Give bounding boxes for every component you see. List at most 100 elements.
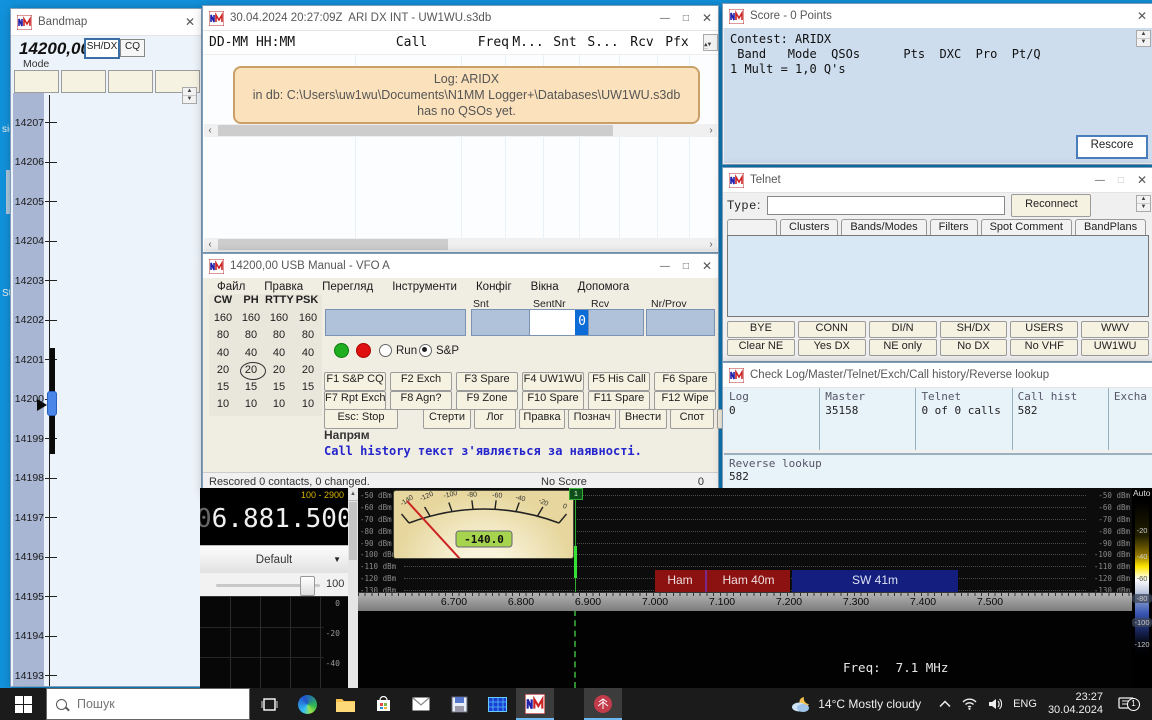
scroll-left-icon[interactable]: ‹ bbox=[204, 125, 216, 137]
telnet-titlebar[interactable]: Telnet — □ ✕ bbox=[723, 168, 1152, 193]
telnet-tab[interactable]: BandPlans bbox=[1075, 219, 1146, 236]
telnet-button[interactable]: CONN bbox=[798, 321, 866, 338]
scroll-right-icon[interactable]: › bbox=[705, 125, 717, 137]
menu-item[interactable]: Інструменти bbox=[392, 281, 457, 293]
spinner-up-icon[interactable]: ▲ bbox=[183, 88, 196, 96]
close-icon[interactable]: ✕ bbox=[1137, 173, 1147, 187]
menu-item[interactable]: Допомога bbox=[578, 281, 630, 293]
mode-box[interactable] bbox=[14, 70, 59, 93]
esc-stop-button[interactable]: Esc: Stop bbox=[324, 409, 398, 429]
cq-button[interactable]: CQ bbox=[120, 39, 145, 57]
band-button[interactable]: 40 bbox=[237, 345, 265, 362]
mode-box[interactable] bbox=[61, 70, 106, 93]
fkey-button[interactable]: F2 Exch bbox=[390, 372, 452, 391]
waterfall[interactable]: Freq: 7.1 MHz bbox=[358, 610, 1132, 688]
menu-item[interactable]: Конфіг bbox=[476, 281, 512, 293]
notification-center-button[interactable]: 1 bbox=[1116, 697, 1142, 712]
telnet-spinner[interactable]: ▲▼ bbox=[1136, 195, 1151, 212]
sp-radio[interactable]: S&P bbox=[419, 344, 459, 357]
telnet-button[interactable]: WWV bbox=[1081, 321, 1149, 338]
band-button[interactable]: 160 bbox=[209, 310, 237, 327]
band-button[interactable]: 40 bbox=[265, 345, 293, 362]
score-spinner[interactable]: ▲▼ bbox=[1136, 30, 1151, 47]
reconnect-button[interactable]: Reconnect bbox=[1011, 194, 1091, 217]
log-col-s[interactable]: S... bbox=[583, 35, 623, 50]
band-button[interactable]: 20 bbox=[265, 362, 293, 379]
language-indicator[interactable]: ENG bbox=[1013, 698, 1037, 710]
telnet-button[interactable]: SH/DX bbox=[940, 321, 1008, 338]
shdx-button[interactable]: SH/DX bbox=[84, 38, 120, 59]
telnet-button[interactable]: Yes DX bbox=[798, 339, 866, 356]
log-col-datetime[interactable]: DD-MM HH:MM bbox=[203, 35, 359, 50]
bandmap-titlebar[interactable]: Bandmap ✕ bbox=[11, 9, 201, 36]
fkey-button[interactable]: F1 S&P CQ bbox=[324, 372, 386, 391]
band-button[interactable]: 80 bbox=[237, 327, 265, 344]
sdr-vscrollbar[interactable]: ▲ bbox=[348, 488, 358, 688]
band-button[interactable]: 80 bbox=[265, 327, 293, 344]
store-button[interactable] bbox=[364, 688, 402, 720]
band-button[interactable]: 10 bbox=[265, 396, 293, 413]
tab-blank[interactable] bbox=[727, 219, 777, 236]
band-button[interactable]: 20 bbox=[209, 362, 237, 379]
band-button[interactable]: 10 bbox=[294, 396, 322, 413]
scrollbar-thumb[interactable] bbox=[218, 125, 613, 136]
snt-field[interactable] bbox=[471, 309, 530, 336]
telnet-button[interactable]: No VHF bbox=[1010, 339, 1078, 356]
start-button[interactable] bbox=[0, 688, 46, 720]
band-button[interactable]: 40 bbox=[294, 345, 322, 362]
log-hscrollbar-top[interactable]: ‹ › bbox=[204, 124, 717, 137]
maximize-icon[interactable]: □ bbox=[683, 13, 689, 24]
edge-button[interactable] bbox=[288, 688, 326, 720]
fkey-button[interactable]: F12 Wipe bbox=[654, 391, 716, 410]
telnet-tab[interactable]: Bands/Modes bbox=[841, 219, 926, 236]
fkey-button[interactable]: F11 Spare bbox=[588, 391, 650, 410]
band-button[interactable]: 10 bbox=[209, 396, 237, 413]
rescore-button[interactable]: Rescore bbox=[1076, 135, 1148, 159]
speaker-icon[interactable] bbox=[988, 698, 1002, 710]
fkey-button[interactable]: F4 UW1WU bbox=[522, 372, 584, 391]
callsign-field[interactable] bbox=[325, 309, 466, 336]
scroll-right-icon[interactable]: › bbox=[705, 239, 717, 251]
telnet-button[interactable]: NE only bbox=[869, 339, 937, 356]
log-button[interactable]: Лог bbox=[474, 409, 516, 429]
telnet-button[interactable]: DI/N bbox=[869, 321, 937, 338]
log-col-mode[interactable]: M... bbox=[509, 35, 547, 50]
band-button[interactable]: 160 bbox=[237, 310, 265, 327]
menu-item[interactable]: Вікна bbox=[531, 281, 559, 293]
taskbar-clock[interactable]: 23:27 30.04.2024 bbox=[1048, 691, 1105, 717]
log-spinner[interactable]: ▲▼ bbox=[703, 34, 718, 51]
log-col-pfx[interactable]: Pfx bbox=[661, 35, 693, 50]
store-button[interactable]: Внести bbox=[619, 409, 667, 429]
menu-item[interactable]: Файл bbox=[217, 281, 245, 293]
spinner-down-icon[interactable]: ▼ bbox=[1137, 39, 1150, 46]
band-button[interactable]: 10 bbox=[237, 396, 265, 413]
telnet-button[interactable]: Clear NE bbox=[727, 339, 795, 356]
menu-item[interactable]: Правка bbox=[264, 281, 303, 293]
waterfall-color-scale[interactable]: Auto -20 -40 -60 -80 -100 -120 bbox=[1132, 488, 1152, 688]
maximize-icon[interactable]: □ bbox=[683, 261, 689, 272]
spot-button[interactable]: Спот bbox=[670, 409, 714, 429]
wipe-button[interactable]: Стерти bbox=[423, 409, 471, 429]
mail-button[interactable] bbox=[402, 688, 440, 720]
log-col-freq[interactable]: Freq bbox=[464, 35, 509, 50]
sentnr-field[interactable]: 0 bbox=[529, 309, 590, 336]
scrollbar-thumb[interactable] bbox=[218, 239, 448, 250]
frequency-scale[interactable]: 6.700 6.800 6.900 7.000 7.100 7.200 7.30… bbox=[358, 592, 1132, 611]
spectrum-app-button[interactable] bbox=[478, 688, 516, 720]
band-button[interactable]: 20 bbox=[294, 362, 322, 379]
mode-box[interactable] bbox=[108, 70, 153, 93]
telnet-button[interactable]: USERS bbox=[1010, 321, 1078, 338]
fkey-button[interactable]: F8 Agn? bbox=[390, 391, 452, 410]
scroll-up-icon[interactable]: ▲ bbox=[348, 488, 358, 501]
band-button[interactable]: 80 bbox=[209, 327, 237, 344]
band-button[interactable]: 15 bbox=[237, 379, 265, 396]
spinner-up-icon[interactable]: ▲ bbox=[1137, 196, 1150, 204]
band-button[interactable]: 15 bbox=[209, 379, 237, 396]
run-radio[interactable]: Run bbox=[379, 344, 417, 357]
entry-titlebar[interactable]: 14200,00 USB Manual - VFO A — □ ✕ bbox=[203, 254, 718, 279]
fkey-button[interactable]: F3 Spare bbox=[456, 372, 518, 391]
nrprov-field[interactable] bbox=[646, 309, 715, 336]
search-input[interactable] bbox=[75, 696, 199, 712]
band-button[interactable]: 15 bbox=[294, 379, 322, 396]
telnet-button[interactable]: BYE bbox=[727, 321, 795, 338]
